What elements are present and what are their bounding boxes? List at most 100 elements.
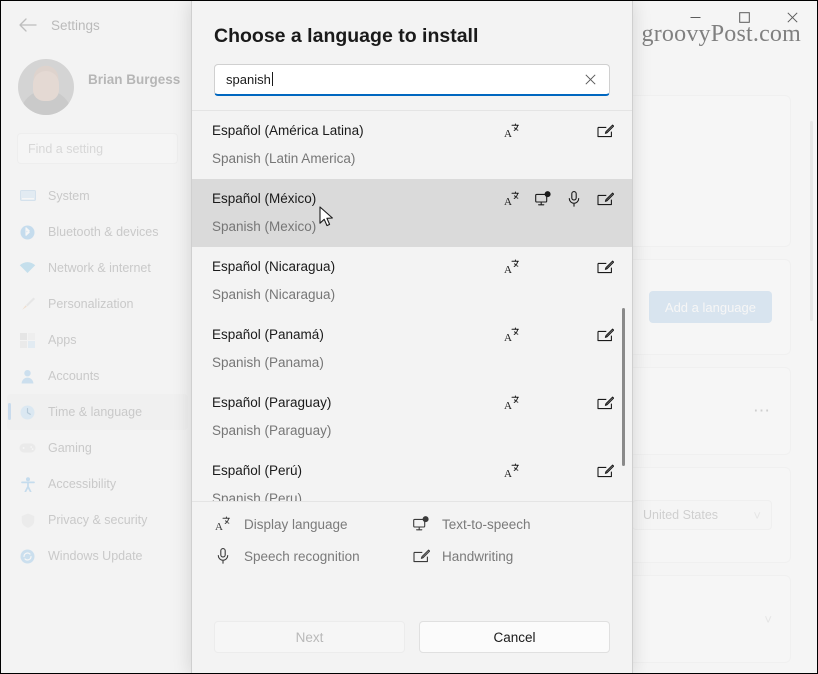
display-language-icon: A — [503, 394, 521, 412]
cancel-button[interactable]: Cancel — [419, 621, 610, 653]
sidebar-item-accounts[interactable]: Accounts — [7, 358, 188, 394]
language-native-name: Español (Paraguay) — [212, 395, 332, 410]
speech-recognition-icon — [565, 190, 583, 208]
text-to-speech-icon — [534, 190, 552, 208]
legend-label: Handwriting — [442, 548, 514, 564]
list-item[interactable]: Español (México) Spanish (Mexico) A — [192, 179, 632, 247]
legend-text-to-speech: Text-to-speech — [412, 516, 610, 532]
sidebar-item-personalization[interactable]: Personalization — [7, 286, 188, 322]
legend-label: Speech recognition — [244, 548, 360, 564]
shield-icon — [19, 512, 36, 529]
list-item[interactable]: Español (Nicaragua) Spanish (Nicaragua) … — [192, 247, 632, 315]
language-native-name: Español (Panamá) — [212, 327, 324, 342]
more-options-icon[interactable]: ⋯ — [753, 401, 772, 421]
legend-speech-recognition: Speech recognition — [214, 548, 412, 564]
dialog-actions: Next Cancel — [192, 621, 632, 673]
sidebar-item-label: Privacy & security — [48, 513, 148, 527]
handwriting-icon — [412, 549, 430, 564]
language-feature-icons: A — [503, 258, 614, 276]
sidebar-item-label: Accounts — [48, 369, 100, 383]
svg-text:A: A — [504, 264, 512, 275]
sidebar-item-privacy-security[interactable]: Privacy & security — [7, 502, 188, 538]
list-item[interactable]: Español (Paraguay) Spanish (Paraguay) A — [192, 383, 632, 451]
sidebar-item-gaming[interactable]: Gaming — [7, 430, 188, 466]
display-language-icon: A — [503, 190, 521, 208]
dialog-title: Choose a language to install — [214, 25, 479, 47]
sidebar-item-apps[interactable]: Apps — [7, 322, 188, 358]
close-icon[interactable] — [579, 69, 601, 91]
chevron-down-icon[interactable]: ˅ — [764, 612, 772, 627]
legend-label: Display language — [244, 516, 348, 532]
list-item[interactable]: Español (América Latina) Spanish (Latin … — [192, 111, 632, 179]
profile-email — [88, 91, 180, 103]
display-language-icon: A — [503, 326, 521, 344]
sidebar: Settings Brian Burgess Find a setting Sy… — [1, 1, 195, 673]
language-search-input[interactable]: spanish — [214, 64, 610, 96]
language-english-name: Spanish (Nicaragua) — [212, 287, 336, 302]
language-english-name: Spanish (Panama) — [212, 355, 324, 370]
svg-text:A: A — [504, 332, 512, 343]
language-native-name: Español (Perú) — [212, 463, 303, 478]
sidebar-item-time-language[interactable]: Time & language — [7, 394, 188, 430]
sidebar-item-label: Windows Update — [48, 549, 143, 563]
language-list[interactable]: Español (América Latina) Spanish (Latin … — [192, 110, 632, 501]
language-feature-icons: A — [503, 190, 614, 208]
sidebar-item-label: Bluetooth & devices — [48, 225, 159, 239]
sidebar-item-label: Network & internet — [48, 261, 151, 275]
language-english-name: Spanish (Peru) — [212, 491, 303, 501]
maximize-button[interactable] — [720, 1, 769, 33]
user-profile[interactable]: Brian Burgess — [1, 49, 194, 133]
language-english-name: Spanish (Mexico) — [212, 219, 317, 234]
add-a-language-button[interactable]: Add a language — [648, 291, 772, 323]
country-region-select[interactable]: United States ˅ — [632, 500, 772, 530]
monitor-icon — [19, 188, 36, 205]
legend-display-language: A Display language — [214, 516, 412, 532]
search-placeholder: Find a setting — [28, 141, 104, 156]
sidebar-item-network-internet[interactable]: Network & internet — [7, 250, 188, 286]
svg-text:A: A — [504, 400, 512, 411]
language-feature-icons: A — [503, 394, 614, 412]
svg-text:A: A — [215, 521, 223, 532]
mouse-cursor — [319, 206, 335, 233]
language-search-value: spanish — [226, 72, 579, 87]
sidebar-item-bluetooth-devices[interactable]: Bluetooth & devices — [7, 214, 188, 250]
back-arrow-icon[interactable] — [17, 14, 39, 36]
language-feature-icons: A — [503, 462, 614, 480]
paintbrush-icon — [19, 296, 36, 313]
sidebar-item-label: Gaming — [48, 441, 92, 455]
text-to-speech-icon — [412, 516, 430, 532]
settings-window: Settings Brian Burgess Find a setting Sy… — [0, 0, 818, 674]
svg-text:A: A — [504, 468, 512, 479]
accessibility-icon — [19, 476, 36, 493]
person-icon — [19, 368, 36, 385]
speech-recognition-icon — [214, 548, 232, 564]
content-scrollbar[interactable] — [810, 121, 813, 321]
language-native-name: Español (México) — [212, 191, 317, 206]
display-language-icon: A — [503, 462, 521, 480]
sidebar-item-label: Personalization — [48, 297, 134, 311]
legend-label: Text-to-speech — [442, 516, 531, 532]
sidebar-item-system[interactable]: System — [7, 178, 188, 214]
sidebar-header: Settings — [1, 1, 194, 49]
update-sync-icon — [19, 548, 36, 565]
language-list-scrollbar[interactable] — [622, 308, 625, 466]
sidebar-item-label: Apps — [48, 333, 77, 347]
sidebar-nav: System Bluetooth & devices Network & int… — [1, 178, 194, 574]
feature-legend: A Display language Text-to-speech Speech… — [192, 501, 632, 574]
dialog-search-row: spanish — [192, 64, 632, 110]
handwriting-icon — [596, 394, 614, 412]
app-title: Settings — [51, 17, 100, 33]
sidebar-item-windows-update[interactable]: Windows Update — [7, 538, 188, 574]
sidebar-item-accessibility[interactable]: Accessibility — [7, 466, 188, 502]
language-english-name: Spanish (Paraguay) — [212, 423, 332, 438]
next-button[interactable]: Next — [214, 621, 405, 653]
search-input[interactable]: Find a setting — [17, 133, 178, 164]
close-button[interactable] — [768, 1, 817, 33]
handwriting-icon — [596, 462, 614, 480]
display-language-icon: A — [503, 258, 521, 276]
list-item[interactable]: Español (Panamá) Spanish (Panama) A — [192, 315, 632, 383]
list-item[interactable]: Español (Perú) Spanish (Peru) A — [192, 451, 632, 501]
minimize-button[interactable] — [671, 1, 720, 33]
language-feature-icons: A — [503, 122, 614, 140]
language-english-name: Spanish (Latin America) — [212, 151, 356, 166]
